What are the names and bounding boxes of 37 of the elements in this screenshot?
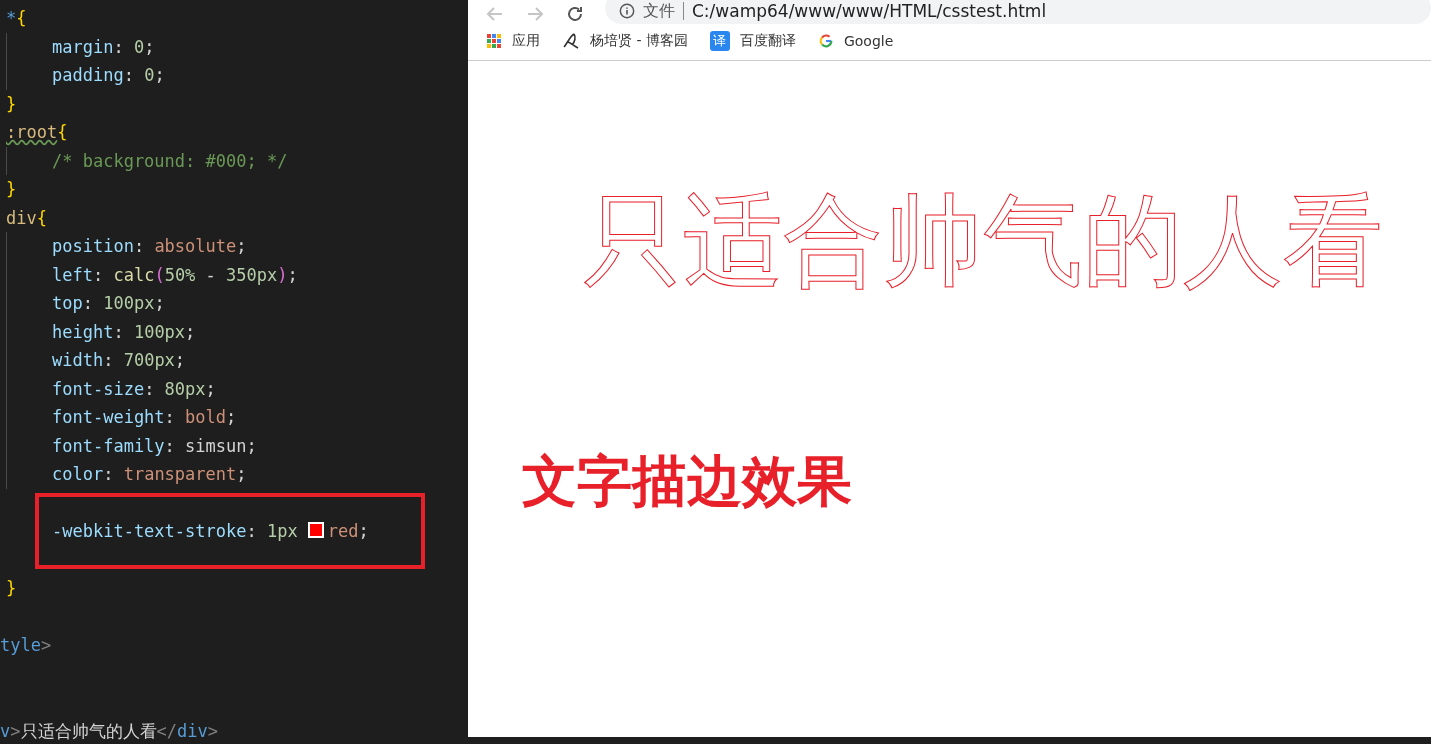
- apps-grid-icon[interactable]: [486, 33, 502, 49]
- google-g-icon[interactable]: [817, 33, 834, 49]
- code-line: top: 100px;: [6, 289, 165, 318]
- code-line: left: calc(50% - 350px);: [6, 260, 298, 289]
- code-line: /* background: #000; */: [6, 146, 288, 175]
- bookmark-link[interactable]: 应用: [512, 32, 540, 50]
- file-label: 文件: [643, 0, 675, 22]
- code-line: color: transparent;: [6, 460, 247, 489]
- code-line: font-weight: bold;: [6, 403, 237, 432]
- code-line: }: [6, 178, 17, 201]
- code-line: margin: 0;: [6, 32, 155, 61]
- code-line: font-size: 80px;: [6, 374, 216, 403]
- translate-icon[interactable]: 译: [709, 31, 730, 51]
- code-line: v>只适合帅气的人看</div>: [0, 719, 218, 743]
- info-icon[interactable]: [619, 3, 635, 19]
- color-swatch-icon[interactable]: [307, 522, 324, 538]
- code-line: }: [6, 92, 17, 116]
- code-line: }: [6, 577, 17, 600]
- code-line: padding: 0;: [6, 61, 165, 90]
- code-line: width: 700px;: [6, 346, 186, 375]
- code-line: position: absolute;: [6, 232, 247, 261]
- caption-text: 文字描边效果: [522, 451, 853, 511]
- code-line: font-family: simsun;: [6, 431, 257, 460]
- reload-icon[interactable]: [565, 4, 585, 24]
- code-line: :root{: [6, 121, 68, 144]
- pen-logo-icon[interactable]: [562, 32, 580, 50]
- bookmark-link[interactable]: 杨培贤 - 博客园: [590, 32, 688, 50]
- code-line: *{: [6, 7, 27, 30]
- address-bar[interactable]: 文件 C:/wamp64/www/www/HTML/csstest.html: [605, 0, 1431, 24]
- code-line: tyle>: [0, 634, 52, 657]
- bookmark-link[interactable]: Google: [843, 33, 894, 49]
- code-line: height: 100px;: [6, 317, 196, 346]
- url-text: C:/wamp64/www/www/HTML/csstest.html: [692, 1, 1047, 21]
- outlined-heading: 只适合帅气的人看: [583, 186, 1384, 296]
- code-line: -webkit-text-stroke: 1px red;: [51, 520, 369, 543]
- code-line: div{: [6, 206, 47, 230]
- bookmark-link[interactable]: 百度翻译: [739, 32, 796, 50]
